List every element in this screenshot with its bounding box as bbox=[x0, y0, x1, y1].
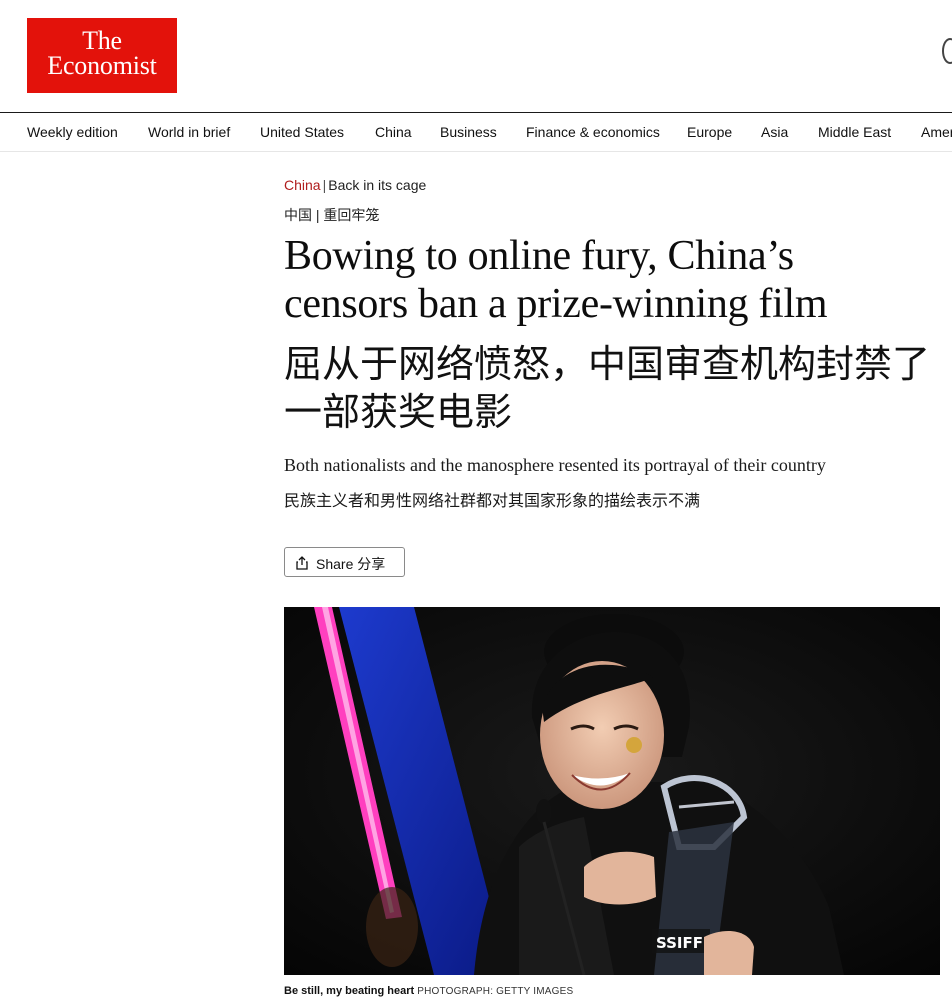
section-nav: Weekly edition World in brief United Sta… bbox=[0, 112, 952, 152]
photo-credit: PHOTOGRAPH: GETTY IMAGES bbox=[417, 986, 574, 997]
trophy-label: SSIFF bbox=[656, 934, 703, 952]
caption-text: Be still, my beating heart bbox=[284, 985, 415, 997]
logo-line-1: The bbox=[82, 26, 122, 55]
article-photo: SSIFF bbox=[284, 607, 940, 975]
nav-china[interactable]: China bbox=[375, 124, 412, 140]
logo-line-2: Economist bbox=[47, 51, 157, 80]
share-button[interactable]: Share 分享 bbox=[284, 547, 405, 577]
share-label: Share 分享 bbox=[316, 556, 386, 572]
article-kicker: China | Back in its cage bbox=[284, 177, 426, 193]
photo-caption: Be still, my beating heart PHOTOGRAPH: G… bbox=[284, 985, 573, 997]
headline: Bowing to online fury, China’s censors b… bbox=[284, 233, 828, 327]
nav-world-in-brief[interactable]: World in brief bbox=[148, 124, 230, 140]
nav-asia[interactable]: Asia bbox=[761, 124, 788, 140]
fly-title: Back in its cage bbox=[328, 177, 427, 193]
photo-illustration: SSIFF bbox=[284, 607, 940, 975]
nav-americas[interactable]: Amer bbox=[921, 124, 952, 140]
nav-weekly-edition[interactable]: Weekly edition bbox=[27, 124, 118, 140]
economist-logo[interactable]: The Economist bbox=[27, 18, 177, 93]
search-icon[interactable] bbox=[942, 38, 952, 64]
rubric-translation: 民族主义者和男性网络社群都对其国家形象的描绘表示不满 bbox=[284, 491, 701, 510]
nav-europe[interactable]: Europe bbox=[687, 124, 732, 140]
nav-middle-east[interactable]: Middle East bbox=[818, 124, 891, 140]
kicker-translation: 中国 | 重回牢笼 bbox=[284, 207, 380, 223]
rubric: Both nationalists and the manosphere res… bbox=[284, 455, 826, 475]
section-link[interactable]: China bbox=[284, 177, 321, 193]
nav-finance-economics[interactable]: Finance & economics bbox=[526, 124, 660, 140]
nav-united-states[interactable]: United States bbox=[260, 124, 344, 140]
headline-translation: 屈从于网络愤怒，中国审查机构封禁了一部获奖电影 bbox=[284, 342, 931, 434]
nav-business[interactable]: Business bbox=[440, 124, 497, 140]
share-icon bbox=[296, 556, 308, 570]
